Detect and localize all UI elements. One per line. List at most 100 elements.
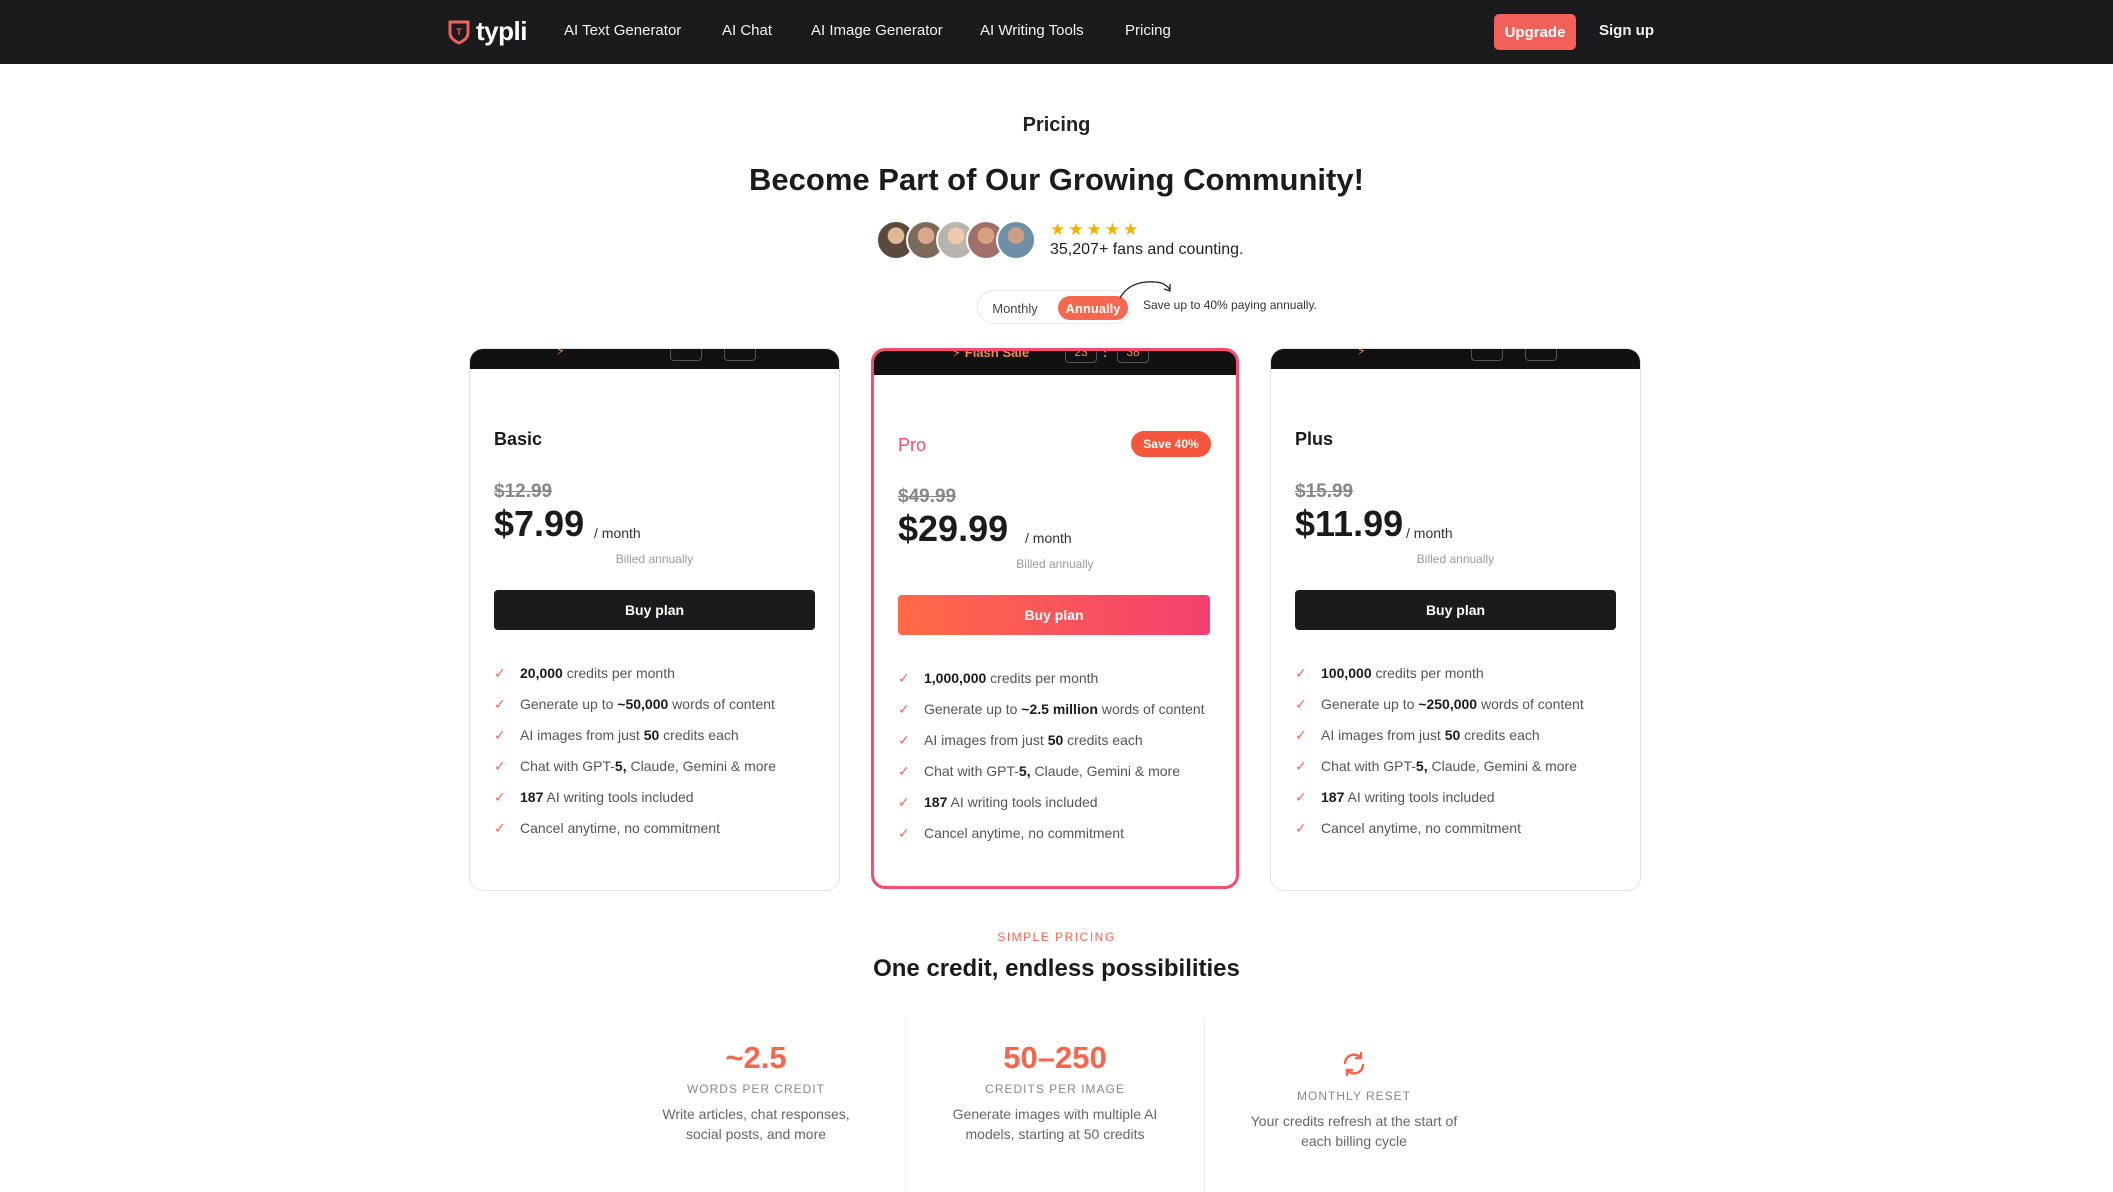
curved-arrow-icon xyxy=(1119,281,1171,299)
original-price: $49.99 xyxy=(898,486,957,507)
list-item: ✓ AI images from just 50 credits each xyxy=(494,727,739,743)
check-icon: ✓ xyxy=(898,763,910,779)
refresh-icon xyxy=(1343,1051,1365,1077)
billing-monthly-option[interactable]: Monthly xyxy=(984,296,1046,320)
check-icon: ✓ xyxy=(898,701,910,717)
annual-savings-note: Save up to 40% paying annually. xyxy=(1143,298,1317,312)
nav-pricing[interactable]: Pricing xyxy=(1125,22,1171,39)
check-icon: ✓ xyxy=(1295,727,1307,743)
sale-price: $29.99 xyxy=(898,508,1009,549)
countdown-minutes-box xyxy=(1525,349,1557,361)
flash-sale-bar: ⚡ Flash Sale 23 : 38 xyxy=(874,351,1236,375)
typli-logo[interactable]: T typli xyxy=(446,16,527,47)
countdown-separator: : xyxy=(1103,348,1108,360)
flash-sale-bar: ⚡ xyxy=(470,349,839,369)
plan-card-basic: ⚡ Basic $12.99 $7.99 / month Billed annu… xyxy=(469,348,840,891)
feature-list: ✓ 1,000,000 credits per month ✓ Generate u… xyxy=(898,668,1208,854)
stat-description: Generate images with multiple AI models, … xyxy=(952,1106,1158,1142)
check-icon: ✓ xyxy=(494,820,506,836)
feature-list: ✓ 20,000 credits per month ✓ Generate up t… xyxy=(494,663,819,849)
flash-sale-label: ⚡ Flash Sale xyxy=(952,348,1030,360)
check-icon: ✓ xyxy=(1295,665,1307,681)
list-item: ✓ 1,000,000 credits per month xyxy=(898,670,1099,686)
list-item: ✓ 187 AI writing tools included xyxy=(494,789,694,805)
list-item: ✓ Generate up to ~50,000 words of content xyxy=(494,696,775,712)
countdown-hours-box xyxy=(670,349,702,361)
original-price: $15.99 xyxy=(1295,481,1354,502)
original-price: $12.99 xyxy=(494,481,553,502)
simple-pricing-title: One credit, endless possibilities xyxy=(873,955,1240,982)
plan-name: Pro xyxy=(898,435,927,455)
save-badge: Save 40% xyxy=(1131,431,1211,457)
stat-description: Write articles, chat responses, social po… xyxy=(662,1106,850,1142)
billing-cycle-note: Billed annually xyxy=(615,552,694,566)
list-item: ✓ AI images from just 50 credits each xyxy=(1295,727,1540,743)
list-item: ✓ Generate up to ~250,000 words of conten… xyxy=(1295,696,1584,712)
sale-price: $7.99 xyxy=(494,503,585,544)
fans-count: 35,207+ fans and counting. xyxy=(1050,241,1244,258)
list-item: ✓ 187 AI writing tools included xyxy=(1295,789,1495,805)
check-icon: ✓ xyxy=(898,825,910,841)
check-icon: ✓ xyxy=(898,670,910,686)
list-item: ✓ Chat with GPT-5, Claude, Gemini & more xyxy=(494,758,777,774)
plan-name: Plus xyxy=(1295,429,1334,449)
avatar xyxy=(996,220,1036,260)
check-icon: ✓ xyxy=(1295,820,1307,836)
check-icon: ✓ xyxy=(494,758,506,774)
stat-value: ~2.5 xyxy=(725,1040,787,1075)
stat-description: Your credits refresh at the start of each… xyxy=(1250,1113,1458,1149)
avatar-group xyxy=(876,220,1036,260)
feature-list: ✓ 100,000 credits per month ✓ Generate up … xyxy=(1295,663,1620,849)
stat-label: MONTHLY RESET xyxy=(1297,1089,1411,1103)
price-period: / month xyxy=(594,525,641,541)
top-navbar: T typli AI Text Generator AI Chat AI Ima… xyxy=(0,0,2113,64)
upgrade-button[interactable]: Upgrade xyxy=(1494,14,1576,50)
price-period: / month xyxy=(1025,530,1072,546)
check-icon: ✓ xyxy=(494,696,506,712)
countdown-minutes-box xyxy=(724,349,756,361)
buy-plan-button-pro[interactable]: Buy plan xyxy=(898,595,1210,635)
nav-ai-writing-tools[interactable]: AI Writing Tools xyxy=(980,22,1084,39)
simple-pricing-eyebrow: SIMPLE PRICING xyxy=(997,930,1116,944)
sale-price: $11.99 xyxy=(1295,503,1404,544)
plan-name: Basic xyxy=(494,429,543,449)
countdown-hours-box xyxy=(1471,349,1503,361)
nav-ai-chat[interactable]: AI Chat xyxy=(722,22,772,39)
signup-link[interactable]: Sign up xyxy=(1599,22,1654,39)
plan-card-pro: ⚡ Flash Sale 23 : 38 Pro Save 40% $49.99… xyxy=(871,348,1239,889)
list-item: ✓ 187 AI writing tools included xyxy=(898,794,1098,810)
list-item: ✓ Cancel anytime, no commitment xyxy=(494,820,720,836)
stat-words-per-credit: ~2.5 WORDS PER CREDIT Write articles, ch… xyxy=(607,1040,905,1144)
list-item: ✓ Chat with GPT-5, Claude, Gemini & more xyxy=(1295,758,1578,774)
stat-credits-per-image: 50–250 CREDITS PER IMAGE Generate images… xyxy=(906,1040,1204,1144)
rating-stars: ★★★★★ xyxy=(1050,220,1142,239)
logo-shield-icon: T xyxy=(448,20,470,45)
nav-ai-image-generator[interactable]: AI Image Generator xyxy=(811,22,943,39)
countdown-minutes: 38 xyxy=(1117,351,1149,363)
list-item: ✓ Cancel anytime, no commitment xyxy=(898,825,1124,841)
logo-text: typli xyxy=(476,16,527,46)
buy-plan-button-basic[interactable]: Buy plan xyxy=(494,590,815,630)
nav-ai-text-generator[interactable]: AI Text Generator xyxy=(564,22,681,39)
svg-text:T: T xyxy=(456,27,462,37)
check-icon: ✓ xyxy=(898,732,910,748)
stat-monthly-reset: MONTHLY RESET Your credits refresh at th… xyxy=(1205,1050,1503,1151)
list-item: ✓ Generate up to ~2.5 million words of co… xyxy=(898,701,1205,717)
list-item: ✓ Cancel anytime, no commitment xyxy=(1295,820,1521,836)
billing-toggle[interactable]: Monthly Annually xyxy=(977,290,1131,324)
check-icon: ✓ xyxy=(1295,758,1307,774)
fans-social-proof: ★★★★★ 35,207+ fans and counting. xyxy=(876,220,1244,260)
billing-cycle-note: Billed annually xyxy=(1416,552,1495,566)
stat-value: 50–250 xyxy=(1003,1040,1107,1075)
check-icon: ✓ xyxy=(494,727,506,743)
list-item: ✓ 20,000 credits per month xyxy=(494,665,675,681)
price-period: / month xyxy=(1406,525,1453,541)
check-icon: ✓ xyxy=(494,665,506,681)
buy-plan-button-plus[interactable]: Buy plan xyxy=(1295,590,1616,630)
pricing-eyebrow: Pricing xyxy=(1022,114,1091,136)
list-item: ✓ 100,000 credits per month xyxy=(1295,665,1484,681)
stat-label: CREDITS PER IMAGE xyxy=(985,1082,1125,1096)
list-item: ✓ AI images from just 50 credits each xyxy=(898,732,1143,748)
check-icon: ✓ xyxy=(1295,696,1307,712)
plan-card-plus: ⚡ Plus $15.99 $11.99 / month Billed annu… xyxy=(1270,348,1641,891)
